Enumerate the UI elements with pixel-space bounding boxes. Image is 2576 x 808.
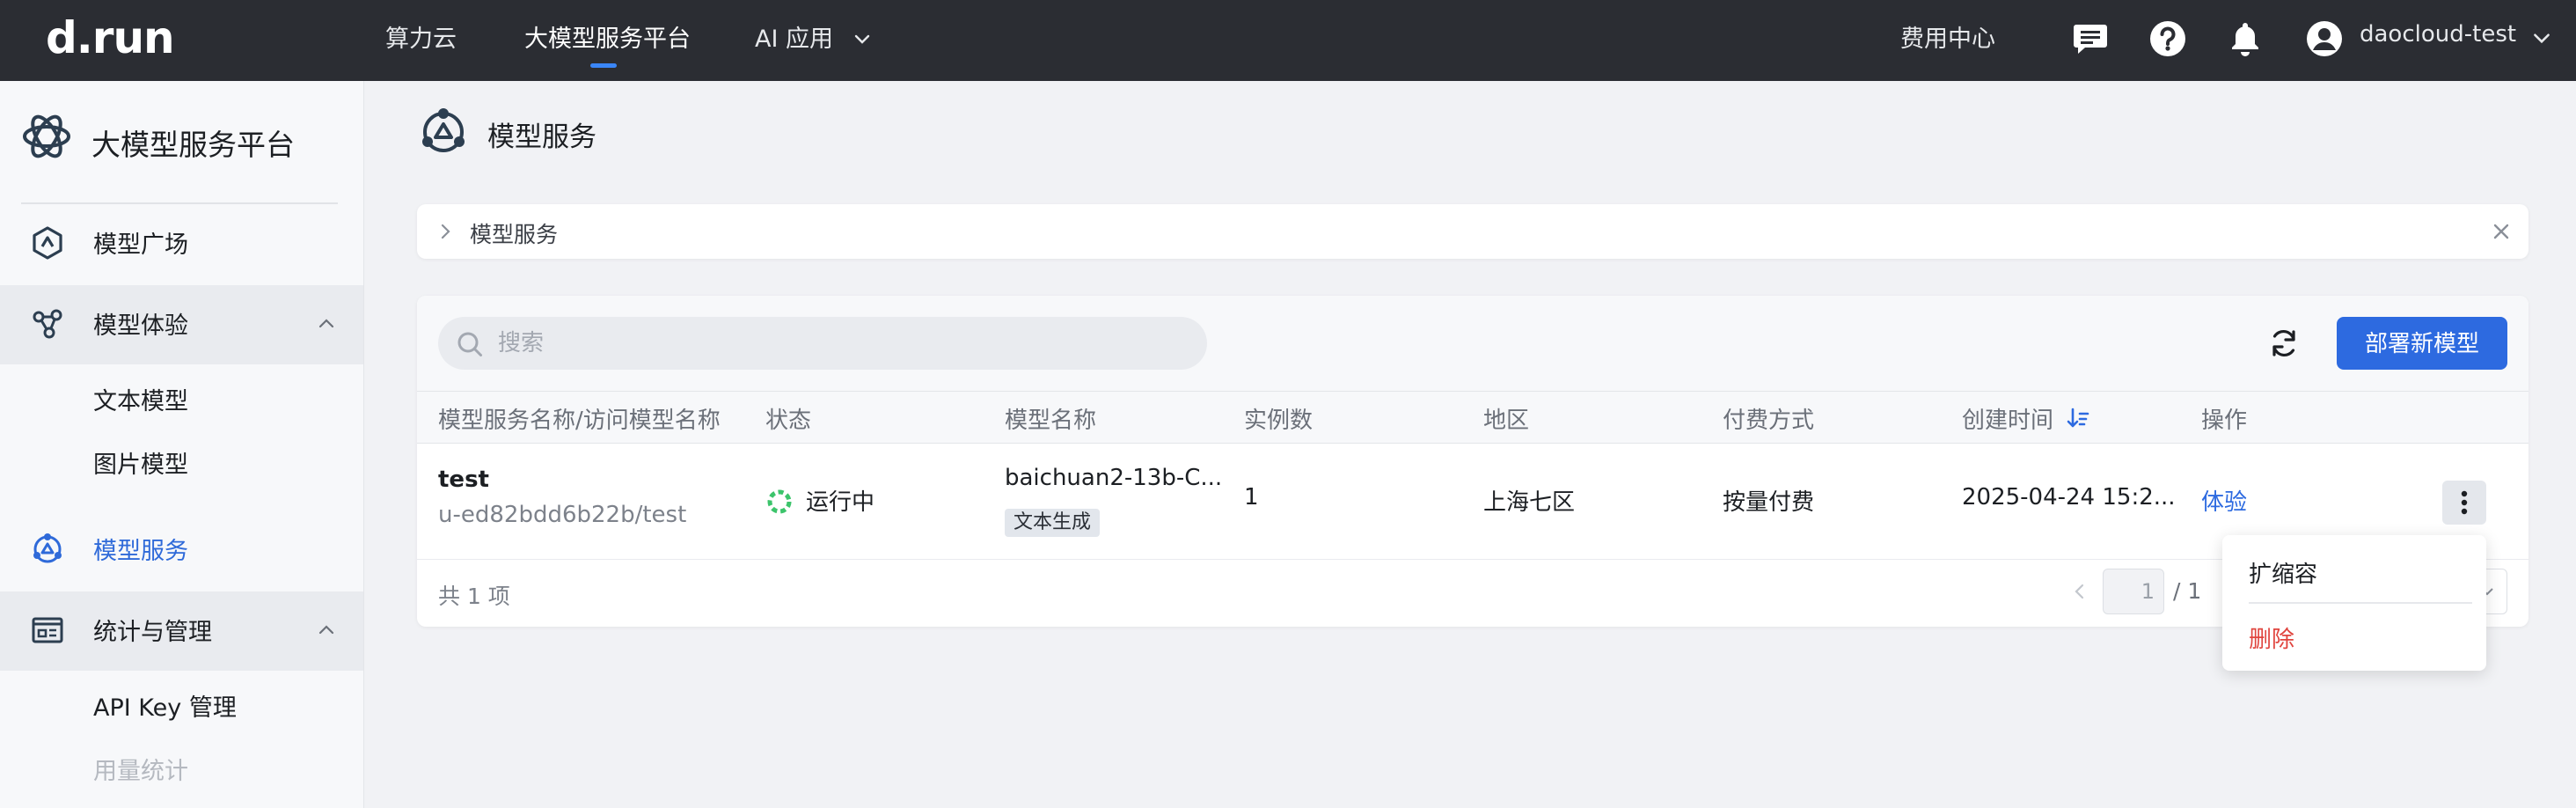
sidebar-item-usage-stats: 用量统计 (0, 736, 363, 799)
user-menu-chevron-icon[interactable] (2530, 26, 2553, 49)
chevron-down-icon (854, 34, 869, 44)
sidebar-item-api-key[interactable]: API Key 管理 (0, 672, 363, 736)
page-total: / 1 (2173, 578, 2202, 604)
nav-llm-platform[interactable]: 大模型服务平台 (524, 19, 691, 54)
message-icon[interactable] (2071, 19, 2110, 58)
model-service-icon (422, 108, 465, 152)
sidebar-group-model-experience[interactable]: 模型体验 (0, 285, 363, 364)
refresh-icon[interactable] (2265, 324, 2303, 363)
try-model-link[interactable]: 体验 (2201, 484, 2247, 517)
column-header: 付费方式 (1723, 408, 1815, 434)
sidebar-item-model-service[interactable]: 模型服务 (0, 511, 363, 590)
column-header: 地区 (1483, 408, 1530, 434)
sidebar-item-model-square[interactable]: 模型广场 (0, 204, 363, 283)
table-toolbar: 部署新模型 (417, 296, 2528, 391)
user-name[interactable]: daocloud-test (2360, 21, 2516, 48)
sidebar-item-label: 统计与管理 (93, 619, 212, 646)
sidebar-item-label: 图片模型 (93, 452, 188, 479)
access-model-name: u-ed82bdd6b22b/test (438, 502, 687, 528)
bell-icon[interactable] (2226, 19, 2265, 58)
model-name: baichuan2-13b-C... (1005, 465, 1223, 491)
chevron-up-icon (318, 625, 334, 635)
drun-logo[interactable]: d.run (46, 12, 175, 63)
help-icon[interactable] (2148, 19, 2187, 58)
page-title: 模型服务 (487, 121, 596, 153)
menu-item-label: 扩缩容 (2249, 562, 2318, 588)
search-input[interactable] (496, 317, 1182, 370)
nav-compute-cloud[interactable]: 算力云 (385, 19, 457, 54)
table-row: test u-ed82bdd6b22b/test 运行中 baichuan2-1… (417, 444, 2528, 560)
deploy-new-model-button[interactable]: 部署新模型 (2337, 317, 2507, 370)
column-header: 实例数 (1244, 408, 1314, 434)
sort-descending-icon[interactable] (2066, 406, 2090, 430)
more-vertical-icon (2461, 490, 2468, 515)
llm-platform-logo-icon (23, 114, 70, 158)
menu-item-scale[interactable]: 扩缩容 (2222, 539, 2486, 600)
billing-type: 按量付费 (1723, 489, 1815, 516)
sidebar-item-label: 模型广场 (93, 231, 188, 259)
sidebar-item-label: 用量统计 (93, 758, 188, 785)
model-service-table-card: 部署新模型 模型服务名称/访问模型名称 状态 模型名称 实例数 地区 付费方式 … (417, 296, 2528, 627)
chevron-right-icon[interactable] (435, 221, 456, 242)
molecule-icon (33, 309, 62, 339)
close-icon[interactable] (2490, 220, 2513, 243)
user-avatar-icon[interactable] (2305, 19, 2344, 58)
search-box (438, 317, 1207, 370)
instance-count: 1 (1244, 484, 1259, 511)
more-actions-button[interactable] (2442, 481, 2486, 525)
breadcrumb: 模型服务 (417, 204, 2528, 259)
running-status-icon (767, 489, 792, 514)
breadcrumb-item[interactable]: 模型服务 (470, 217, 558, 249)
menu-item-label: 删除 (2249, 627, 2295, 653)
menu-item-delete[interactable]: 删除 (2222, 604, 2486, 665)
column-header[interactable]: 创建时间 (1962, 402, 2053, 435)
nav-ai-apps-label: AI 应用 (755, 26, 834, 53)
active-nav-indicator (590, 63, 617, 68)
nav-ai-apps[interactable]: AI 应用 (755, 19, 873, 54)
model-service-icon (33, 533, 62, 563)
status-text: 运行中 (806, 489, 875, 516)
dashboard-icon (32, 617, 63, 643)
sidebar-item-text-model[interactable]: 文本模型 (0, 366, 363, 430)
column-header: 状态 (765, 408, 812, 434)
hexagon-icon (33, 226, 62, 260)
chevron-left-icon[interactable] (2069, 581, 2090, 602)
created-time: 2025-04-24 15:2... (1962, 484, 2176, 511)
column-header: 操作 (2201, 408, 2248, 434)
region: 上海七区 (1483, 489, 1576, 516)
table-header: 模型服务名称/访问模型名称 状态 模型名称 实例数 地区 付费方式 创建时间 操… (417, 391, 2528, 444)
search-icon (457, 332, 482, 356)
chevron-up-icon (318, 319, 334, 328)
page-number-input[interactable] (2103, 569, 2164, 614)
service-name[interactable]: test (438, 466, 489, 493)
model-type-tag: 文本生成 (1005, 509, 1101, 537)
top-navigation-bar: d.run 算力云 大模型服务平台 AI 应用 费用中心 daocloud-te… (0, 0, 2576, 81)
column-header: 模型服务名称/访问模型名称 (438, 408, 721, 434)
sidebar-item-image-model[interactable]: 图片模型 (0, 430, 363, 493)
column-header: 模型名称 (1005, 408, 1097, 434)
sidebar-title: 大模型服务平台 (91, 128, 295, 162)
sidebar-item-label: 模型体验 (93, 312, 188, 340)
sidebar: 大模型服务平台 模型广场 模型体验 文本模型 图片模型 模型服务 统计与管理 A… (0, 81, 364, 808)
total-count: 共 1 项 (438, 584, 510, 609)
sidebar-item-label: 模型服务 (93, 538, 188, 565)
sidebar-item-label: 文本模型 (93, 388, 188, 415)
row-actions-menu: 扩缩容 删除 (2222, 535, 2486, 671)
sidebar-item-label: API Key 管理 (93, 694, 237, 722)
sidebar-group-stats-management[interactable]: 统计与管理 (0, 591, 363, 671)
billing-center-link[interactable]: 费用中心 (1900, 19, 1995, 54)
